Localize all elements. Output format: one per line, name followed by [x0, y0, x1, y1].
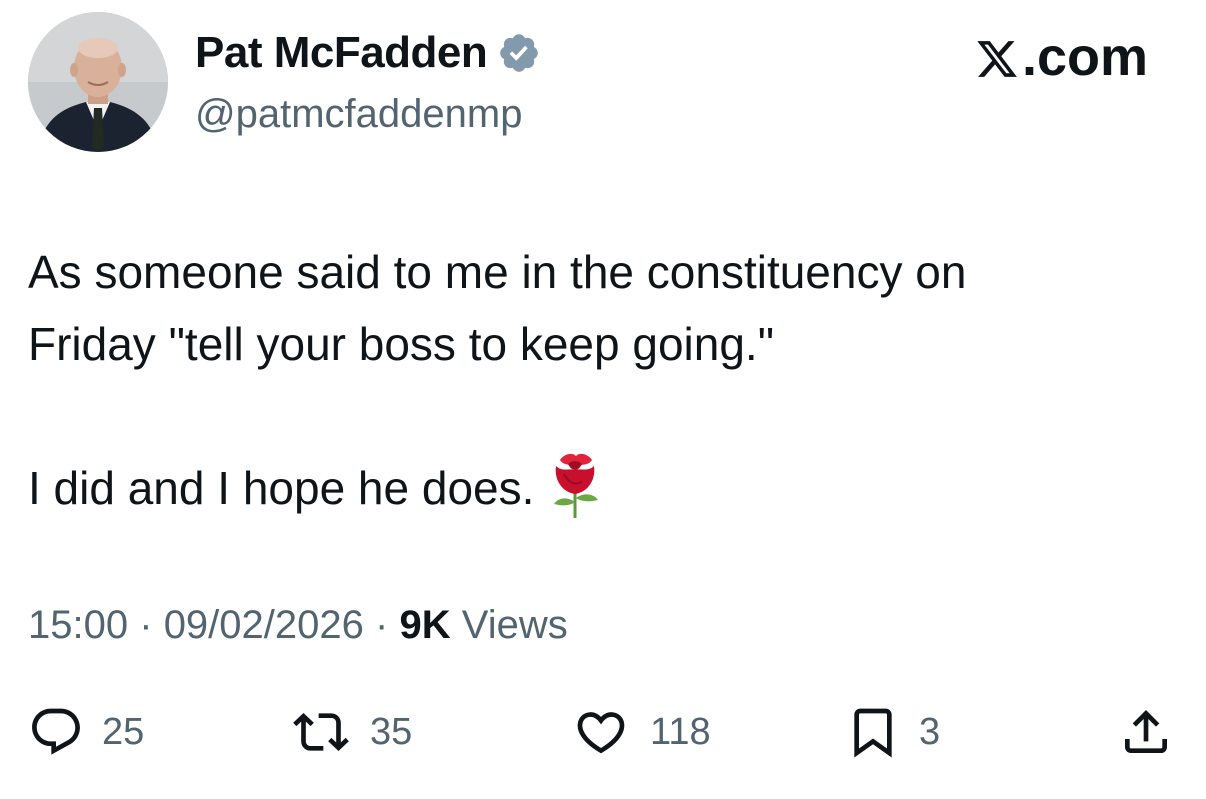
share-button[interactable] — [1118, 700, 1174, 764]
tweet-date[interactable]: 09/02/2026 — [164, 603, 364, 647]
share-icon — [1125, 710, 1167, 753]
repost-count: 35 — [370, 710, 413, 753]
tweet-line: I did and I hope he does. — [28, 462, 535, 514]
tweet-meta: 15:00 · 09/02/2026 · 9K Views — [28, 603, 568, 648]
repost-button[interactable]: 35 — [290, 700, 412, 764]
tweet-time[interactable]: 15:00 — [28, 603, 128, 647]
brand-label: .com — [974, 26, 1148, 88]
bookmark-button[interactable]: 3 — [845, 700, 940, 764]
rose-icon — [546, 452, 604, 518]
repost-icon — [293, 713, 349, 751]
tweet-line-last: I did and I hope he does. — [28, 452, 1178, 524]
meta-separator: · — [375, 603, 389, 647]
brand-domain: .com — [1021, 27, 1148, 87]
tweet-line: Friday "tell your boss to keep going." — [28, 318, 775, 370]
tweet-card: Pat McFadden @patmcfaddenmp .com As some… — [0, 0, 1206, 799]
bookmark-icon — [854, 708, 892, 758]
like-count: 118 — [650, 710, 711, 753]
tweet-line: As someone said to me in the constituenc… — [28, 246, 967, 298]
author-handle[interactable]: @patmcfaddenmp — [195, 92, 522, 137]
author-name-row: Pat McFadden — [195, 28, 541, 78]
author-name[interactable]: Pat McFadden — [195, 28, 488, 78]
reply-count: 25 — [102, 710, 145, 753]
verified-badge-icon — [497, 31, 541, 75]
action-bar: 25 35 118 3 — [0, 700, 1206, 764]
reply-button[interactable]: 25 — [28, 700, 144, 764]
like-button[interactable]: 118 — [570, 700, 711, 764]
reply-icon — [32, 708, 80, 755]
views-count: 9K — [399, 603, 451, 647]
views-label: Views — [461, 603, 568, 647]
avatar[interactable] — [28, 12, 168, 152]
meta-separator: · — [139, 603, 153, 647]
heart-icon — [577, 712, 625, 754]
x-logo-icon — [977, 41, 1017, 77]
tweet-text: As someone said to me in the constituenc… — [28, 236, 1178, 524]
avatar-photo — [28, 12, 168, 152]
bookmark-count: 3 — [919, 710, 941, 753]
